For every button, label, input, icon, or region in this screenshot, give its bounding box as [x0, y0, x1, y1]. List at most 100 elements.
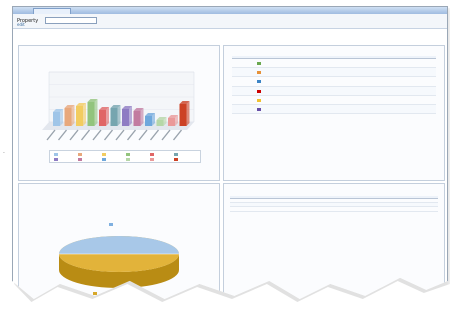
table-cell [411, 76, 436, 87]
table-cell [287, 58, 313, 69]
table-cell [351, 206, 369, 212]
table-cell [247, 206, 265, 212]
pie-slice-top [59, 236, 179, 254]
pie-legend-bottom [93, 290, 99, 295]
table-cell [232, 95, 288, 105]
table-cell [403, 206, 421, 212]
row-color-swatch [257, 98, 262, 102]
bar [53, 112, 60, 126]
bar [99, 110, 106, 126]
x-tick-label [57, 129, 68, 141]
bar [179, 104, 187, 126]
table-cell [230, 206, 248, 212]
bar-chart-legend [49, 150, 201, 163]
table-cell [312, 67, 338, 78]
table-row[interactable] [232, 86, 436, 96]
table-cell [312, 58, 338, 69]
table-cell [386, 104, 412, 115]
table-cell [361, 76, 387, 87]
legend-item [174, 152, 179, 156]
legend-item [78, 152, 83, 156]
table-cell [337, 58, 362, 69]
detail-table [230, 196, 438, 212]
table-cell [287, 76, 313, 87]
table-cell [411, 86, 436, 96]
legend-item [126, 157, 131, 161]
bar-chart-panel [18, 45, 220, 181]
x-tick-label [103, 129, 114, 141]
table-cell [312, 86, 338, 96]
bar [110, 108, 118, 126]
bar [122, 109, 129, 126]
toolbar: Property [13, 14, 447, 29]
x-tick-label [149, 129, 160, 141]
x-tick-label [69, 129, 79, 141]
table-cell [411, 104, 436, 115]
table-cell [287, 86, 313, 96]
table-cell [420, 206, 438, 212]
table-cell [312, 104, 338, 115]
row-color-swatch [257, 71, 262, 75]
legend-item [102, 152, 107, 156]
table-cell [386, 58, 412, 69]
table-cell [333, 206, 352, 212]
legend-item [174, 157, 179, 161]
legend-item [150, 152, 155, 156]
x-tick-label [138, 129, 148, 141]
row-color-swatch [257, 89, 262, 93]
edit-link[interactable]: edit [17, 22, 25, 27]
table-row[interactable] [232, 58, 436, 69]
x-tick-label [126, 129, 137, 141]
table-cell [316, 206, 334, 212]
table-cell [287, 104, 313, 115]
x-tick-label [172, 129, 183, 141]
table-row[interactable] [232, 76, 436, 87]
table-cell [385, 206, 404, 212]
legend-item [126, 152, 131, 156]
table-row[interactable] [232, 104, 436, 115]
table-cell [287, 67, 313, 78]
table-cell [361, 86, 387, 96]
table-cell [337, 86, 362, 96]
table-cell [411, 67, 436, 78]
bar-side [94, 99, 98, 126]
dashboard-window: Property edit [12, 6, 448, 299]
table-cell [368, 206, 386, 212]
bar-side [83, 103, 86, 126]
table-cell [386, 67, 412, 78]
bar-chart [42, 71, 195, 141]
table-cell [337, 67, 362, 78]
legend-item [78, 157, 83, 161]
bar-side [140, 108, 144, 126]
bar-side [106, 107, 109, 126]
x-tick-label [80, 129, 91, 141]
table-cell [361, 104, 387, 115]
bar [87, 102, 95, 126]
row-color-swatch [257, 62, 262, 66]
x-tick-label [92, 129, 102, 141]
pie-3d [59, 236, 179, 288]
table-row[interactable] [232, 67, 436, 78]
summary-table [232, 56, 436, 115]
x-tick-label [161, 129, 171, 141]
table-cell [312, 76, 338, 87]
table-cell [361, 58, 387, 69]
table-row[interactable] [230, 206, 438, 212]
row-color-swatch [257, 108, 262, 112]
bar [64, 108, 72, 126]
bar-side [60, 109, 63, 126]
table-cell [337, 104, 362, 115]
table-cell [299, 206, 317, 212]
bar [156, 120, 164, 126]
table-cell [232, 67, 288, 78]
table-cell [264, 206, 282, 212]
bar-side [186, 101, 190, 126]
x-tick-label [115, 129, 125, 141]
table-cell [386, 86, 412, 96]
pie-chart [59, 236, 179, 288]
table-cell [312, 95, 338, 105]
property-dropdown[interactable] [45, 17, 97, 24]
table-row[interactable] [232, 95, 436, 105]
table-cell [361, 95, 387, 105]
bar [145, 116, 152, 126]
